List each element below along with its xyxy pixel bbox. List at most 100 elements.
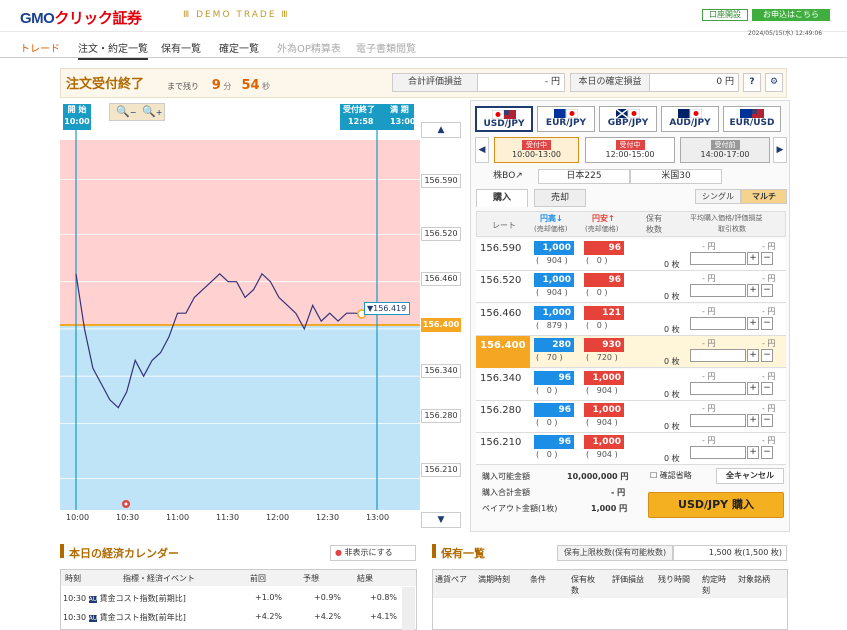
plus-button[interactable]: + [747, 316, 759, 330]
session-next-button[interactable]: ▶ [773, 137, 787, 163]
apply-button[interactable]: お申込はこちら [752, 9, 830, 21]
cancel-all-button[interactable]: 全キャンセル [716, 468, 784, 484]
qty-input[interactable] [690, 316, 746, 330]
tick-label: 156.280 [421, 409, 461, 423]
plus-button[interactable]: + [747, 349, 759, 363]
holdings-col: 評価損益 [612, 575, 644, 584]
demo-trade-label: Ⅲ DEMO TRADE Ⅲ [183, 10, 290, 20]
plus-button[interactable]: + [747, 381, 759, 395]
chart-down-button[interactable]: ▼ [421, 512, 461, 528]
avg-price: - 円 [702, 404, 716, 413]
calendar-row: 10:30 AU 賃金コスト指数[前年比] [63, 613, 186, 622]
help-icon[interactable]: ? [743, 73, 761, 92]
session-prev-button[interactable]: ◀ [475, 137, 489, 163]
tick-label: 156.520 [421, 227, 461, 241]
qty-input[interactable] [690, 381, 746, 395]
minus-button[interactable]: − [761, 349, 773, 363]
minus-button[interactable]: − [761, 414, 773, 427]
qty-input[interactable] [690, 446, 746, 460]
calendar-col: 前回 [250, 574, 266, 583]
plus-button[interactable]: + [747, 252, 759, 265]
yen-low-sell: ( 904 ) [586, 450, 618, 460]
holdings-col: 条件 [530, 575, 546, 584]
tab-buy[interactable]: 購入 [476, 189, 528, 207]
nav-confirmed[interactable]: 確定一覧 [219, 40, 259, 55]
plus-button[interactable]: + [747, 446, 759, 460]
yen-high-button[interactable]: 1,000 [534, 241, 574, 255]
qty-input[interactable] [690, 349, 746, 363]
row-rate: 156.210 [480, 437, 522, 449]
tab-sell[interactable]: 売却 [534, 189, 586, 207]
minus-button[interactable]: − [761, 446, 773, 460]
minus-button[interactable]: − [761, 381, 773, 395]
qty-input[interactable] [690, 284, 746, 298]
qty-input[interactable] [690, 252, 746, 265]
yen-low-button[interactable]: 96 [584, 241, 624, 255]
minus-button[interactable]: − [761, 316, 773, 330]
zoom-in-icon[interactable]: 🔍+ [142, 105, 162, 118]
open-account-button[interactable]: 口座開設 [702, 9, 748, 21]
plus-button[interactable]: + [747, 284, 759, 298]
yen-low-button[interactable]: 1,000 [584, 403, 624, 417]
session-2[interactable]: 受付中 12:00-15:00 [585, 137, 675, 163]
chart-up-button[interactable]: ▲ [421, 122, 461, 138]
zoom-out-icon[interactable]: 🔍− [116, 105, 136, 118]
nav-settlement[interactable]: 外為OP精算表 [277, 40, 341, 55]
holdings-col: 保有枚数 [571, 575, 595, 595]
pair-aud-jpy[interactable]: AUD/JPY [661, 106, 719, 132]
plus-button[interactable]: + [747, 414, 759, 427]
confirm-skip-checkbox[interactable]: ☐ 確認省略 [650, 470, 692, 481]
gb-jp-flag-icon [616, 109, 640, 118]
total-value: - 円 [611, 488, 626, 497]
minus-button[interactable]: − [761, 252, 773, 265]
yen-high-sell: ( 879 ) [536, 320, 568, 330]
yen-high-button[interactable]: 96 [534, 403, 574, 417]
product-nikkei225[interactable]: 日本225 [538, 169, 630, 184]
buy-button[interactable]: USD/JPY 購入 [648, 492, 784, 518]
gear-icon[interactable]: ⚙ [765, 73, 783, 92]
yen-high-button[interactable]: 1,000 [534, 273, 574, 288]
order-end-title: 注文受付終了 [66, 77, 145, 92]
calendar-forecast: +0.9% [314, 593, 342, 602]
avg-price: - 円 [702, 242, 716, 251]
yen-low-button[interactable]: 930 [584, 338, 624, 353]
yen-low-button[interactable]: 1,000 [584, 435, 624, 450]
session-3[interactable]: 受付前 14:00-17:00 [680, 137, 770, 163]
rate-row: 156.280 96( 0 ) 1,000( 904 ) 0 枚- 円- 円 + − [476, 401, 786, 433]
holdings-title-bar [432, 544, 436, 558]
pair-eur-jpy[interactable]: EUR/JPY [537, 106, 595, 132]
yen-low-button[interactable]: 121 [584, 305, 624, 320]
nav-trade[interactable]: トレード [20, 40, 60, 55]
rate-row: 156.340 96( 0 ) 1,000( 904 ) 0 枚- 円- 円 + − [476, 368, 786, 401]
qty-input[interactable] [690, 414, 746, 427]
x-tick-label: 10:30 [116, 513, 140, 522]
session-1[interactable]: 受付中 10:00-13:00 [494, 137, 579, 163]
yen-low-button[interactable]: 96 [584, 273, 624, 288]
hide-calendar-button[interactable]: ● 非表示にする [330, 545, 416, 561]
yen-low-button[interactable]: 1,000 [584, 370, 624, 385]
yen-high-sell: ( 0 ) [536, 450, 558, 460]
nav-documents[interactable]: 電子書類閲覧 [356, 40, 416, 55]
row-rate: 156.590 [480, 243, 522, 254]
calendar-scrollbar[interactable] [402, 587, 415, 630]
row-rate: 156.280 [480, 405, 522, 416]
pair-gbp-jpy[interactable]: GBP/JPY [599, 106, 657, 132]
product-us30[interactable]: 米国30 [630, 169, 722, 184]
nav-orders[interactable]: 注文・約定一覧 [78, 40, 148, 60]
minus-button[interactable]: − [761, 284, 773, 298]
yen-low-sell: ( 904 ) [586, 418, 618, 427]
yen-high-button[interactable]: 96 [534, 370, 574, 385]
yen-high-button[interactable]: 280 [534, 338, 574, 353]
col-high-sub: (売却価格) [534, 225, 568, 233]
pair-usd-jpy[interactable]: USD/JPY [475, 106, 533, 132]
single-toggle[interactable]: シングル [695, 189, 741, 204]
yen-high-button[interactable]: 96 [534, 435, 574, 450]
yen-high-button[interactable]: 1,000 [534, 305, 574, 320]
pair-eur-usd[interactable]: EUR/USD [723, 106, 781, 132]
product-stock-bo[interactable]: 株BO↗ [478, 169, 538, 184]
multi-toggle[interactable]: マルチ [741, 189, 787, 204]
eval-pl: - 円 [762, 339, 776, 349]
col-avg-sub: 取引枚数 [718, 225, 746, 233]
nav-holdings[interactable]: 保有一覧 [161, 40, 201, 55]
close-expiry-label: 受付終了 12:58 満 期 13:00 [340, 104, 415, 130]
